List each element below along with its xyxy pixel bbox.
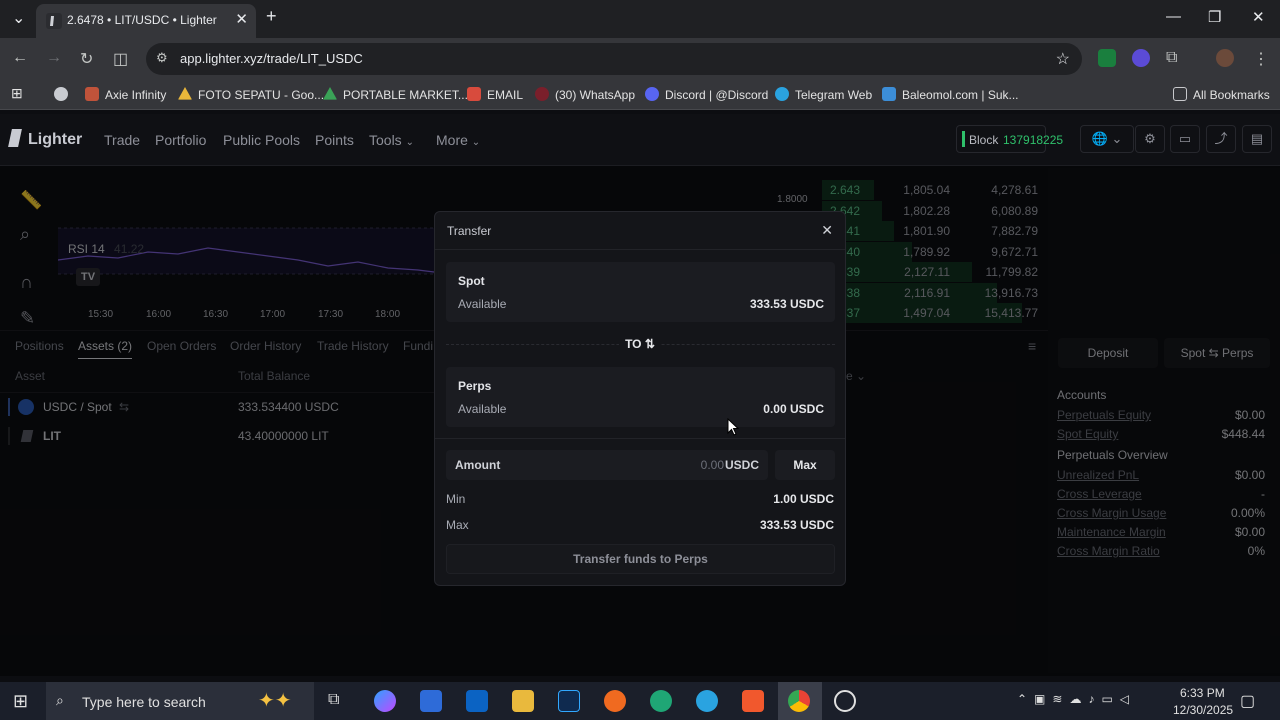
nav-portfolio[interactable]: Portfolio: [155, 132, 206, 148]
modal-title: Transfer: [447, 224, 492, 238]
back-icon[interactable]: ←: [12, 49, 28, 67]
apps-grid-icon[interactable]: ⊞: [11, 85, 23, 102]
bookmark-item[interactable]: Telegram Web: [775, 87, 872, 102]
chevron-down-icon: ⌄: [405, 137, 414, 148]
taskbar: ⊞ ⌕ Type here to search ✦✦ ⧉ ⌃▣≋☁♪▭◁ 6:3…: [0, 682, 1280, 720]
browser-tab-bar: ⌄ 2.6478 • LIT/USDC • Lighter ✕ + — ❐ ✕: [0, 0, 1280, 38]
chat-icon[interactable]: ▭: [1170, 125, 1200, 153]
restore-icon[interactable]: ❐: [1208, 8, 1221, 26]
browser-toolbar: ← → ↻ ◫ ⚙ app.lighter.xyz/trade/LIT_USDC…: [0, 38, 1280, 80]
windows-start-icon[interactable]: ⊞: [13, 691, 28, 712]
bookmarks-bar: ⊞ Axie Infinity FOTO SEPATU - Goo... POR…: [0, 80, 1280, 110]
folder-icon: [1173, 87, 1187, 101]
bookmark-item[interactable]: [54, 87, 74, 102]
modal-header: Transfer ✕: [435, 212, 845, 250]
bookmark-item[interactable]: PORTABLE MARKET...: [323, 87, 468, 102]
notifications-icon[interactable]: ▢: [1240, 691, 1255, 711]
amount-input[interactable]: Amount 0.00 USDC: [446, 450, 768, 480]
telegram-icon[interactable]: [696, 690, 718, 712]
bookmark-item[interactable]: (30) WhatsApp: [535, 87, 635, 102]
bookmark-item[interactable]: Axie Infinity: [85, 87, 166, 102]
tab-title: 2.6478 • LIT/USDC • Lighter: [67, 13, 217, 27]
lighter-logo[interactable]: Lighter: [8, 129, 82, 149]
nav-trade[interactable]: Trade: [104, 132, 140, 148]
copilot-icon[interactable]: [374, 690, 396, 712]
transfer-modal: Transfer ✕ Spot Available 333.53 USDC TO…: [434, 211, 846, 586]
firefox-icon[interactable]: [604, 690, 626, 712]
reload-icon[interactable]: ↻: [80, 49, 93, 69]
task-view-icon[interactable]: ⧉: [328, 691, 339, 709]
profile-avatar[interactable]: [1216, 49, 1234, 67]
minimize-icon[interactable]: —: [1166, 8, 1181, 25]
bookmark-star-icon[interactable]: ☆: [1056, 49, 1070, 69]
extension-icon[interactable]: [1098, 49, 1116, 67]
status-dot: [962, 131, 965, 147]
close-window-icon[interactable]: ✕: [1252, 8, 1265, 26]
bookmark-item[interactable]: Baleomol.com | Suk...: [882, 87, 1019, 102]
swap-direction-button[interactable]: TO ⇅: [619, 333, 661, 355]
share-icon[interactable]: ⤴: [1206, 125, 1236, 153]
extensions-puzzle-icon[interactable]: ⧉: [1166, 49, 1177, 67]
nav-public-pools[interactable]: Public Pools: [223, 132, 300, 148]
min-value: 1.00 USDC: [773, 492, 834, 506]
globe-icon: [54, 87, 68, 101]
store-icon[interactable]: [420, 690, 442, 712]
sparkle-icon: ✦✦: [258, 690, 292, 712]
to-account-card: Perps Available 0.00 USDC: [446, 367, 835, 427]
layout-icon[interactable]: ▤: [1242, 125, 1272, 153]
block-indicator: Block 137918225: [956, 125, 1063, 153]
outlook-icon[interactable]: [466, 690, 488, 712]
from-available-value: 333.53 USDC: [749, 297, 824, 311]
close-icon[interactable]: ✕: [821, 222, 833, 239]
chrome-icon[interactable]: [788, 690, 810, 712]
max-value: 333.53 USDC: [759, 518, 834, 532]
taskbar-search[interactable]: ⌕ Type here to search ✦✦: [46, 682, 314, 720]
site-info-icon[interactable]: ⚙: [156, 50, 168, 66]
lighter-logo-icon: [8, 129, 22, 147]
lighter-favicon-icon: [46, 13, 62, 29]
extension-icon[interactable]: [1132, 49, 1150, 67]
new-tab-icon[interactable]: +: [266, 6, 277, 27]
forward-icon[interactable]: →: [46, 49, 62, 67]
bookmark-item[interactable]: FOTO SEPATU - Goo...: [178, 87, 324, 102]
block-number: 137918225: [1003, 133, 1064, 147]
split-view-icon[interactable]: ◫: [113, 49, 128, 69]
menu-icon[interactable]: ⋮: [1253, 49, 1269, 69]
max-button[interactable]: Max: [775, 450, 835, 480]
mouse-cursor-icon: [727, 418, 739, 436]
max-label: Max: [446, 518, 469, 532]
all-bookmarks[interactable]: All Bookmarks: [1173, 87, 1270, 102]
photoshop-icon[interactable]: [558, 690, 580, 712]
chevron-down-icon: ⌄: [471, 137, 481, 148]
nav-more[interactable]: More ⌄: [436, 132, 480, 148]
settings-gear-icon[interactable]: ⚙: [1135, 125, 1165, 153]
url-text: app.lighter.xyz/trade/LIT_USDC: [180, 51, 363, 66]
address-bar[interactable]: ⚙ app.lighter.xyz/trade/LIT_USDC ☆: [146, 43, 1082, 75]
app-header: Lighter Trade Portfolio Public Pools Poi…: [0, 114, 1280, 166]
min-label: Min: [446, 492, 466, 506]
divider: [435, 438, 845, 439]
browser-tab[interactable]: 2.6478 • LIT/USDC • Lighter ✕: [36, 4, 256, 38]
app-icon[interactable]: [834, 690, 856, 712]
brave-icon[interactable]: [742, 690, 764, 712]
file-explorer-icon[interactable]: [512, 690, 534, 712]
edge-icon[interactable]: [650, 690, 672, 712]
language-select[interactable]: 🌐 ⌄: [1080, 125, 1134, 153]
nav-points[interactable]: Points: [315, 132, 354, 148]
from-account-card: Spot Available 333.53 USDC: [446, 262, 835, 322]
search-icon: ⌕: [56, 692, 64, 708]
clock-date[interactable]: 12/30/2025: [1173, 703, 1233, 717]
system-tray-icons[interactable]: ⌃▣≋☁♪▭◁: [1017, 692, 1136, 706]
close-tab-icon[interactable]: ✕: [235, 10, 248, 28]
to-available-value: 0.00 USDC: [763, 402, 824, 416]
tab-search-icon[interactable]: ⌄: [12, 8, 25, 28]
transfer-submit-button[interactable]: Transfer funds to Perps: [446, 544, 835, 574]
bookmark-item[interactable]: EMAIL: [467, 87, 523, 102]
bookmark-item[interactable]: Discord | @Discord: [645, 87, 768, 102]
clock-time[interactable]: 6:33 PM: [1180, 686, 1225, 700]
nav-tools[interactable]: Tools ⌄: [369, 132, 414, 148]
swap-arrows-icon: ⇅: [644, 337, 655, 351]
